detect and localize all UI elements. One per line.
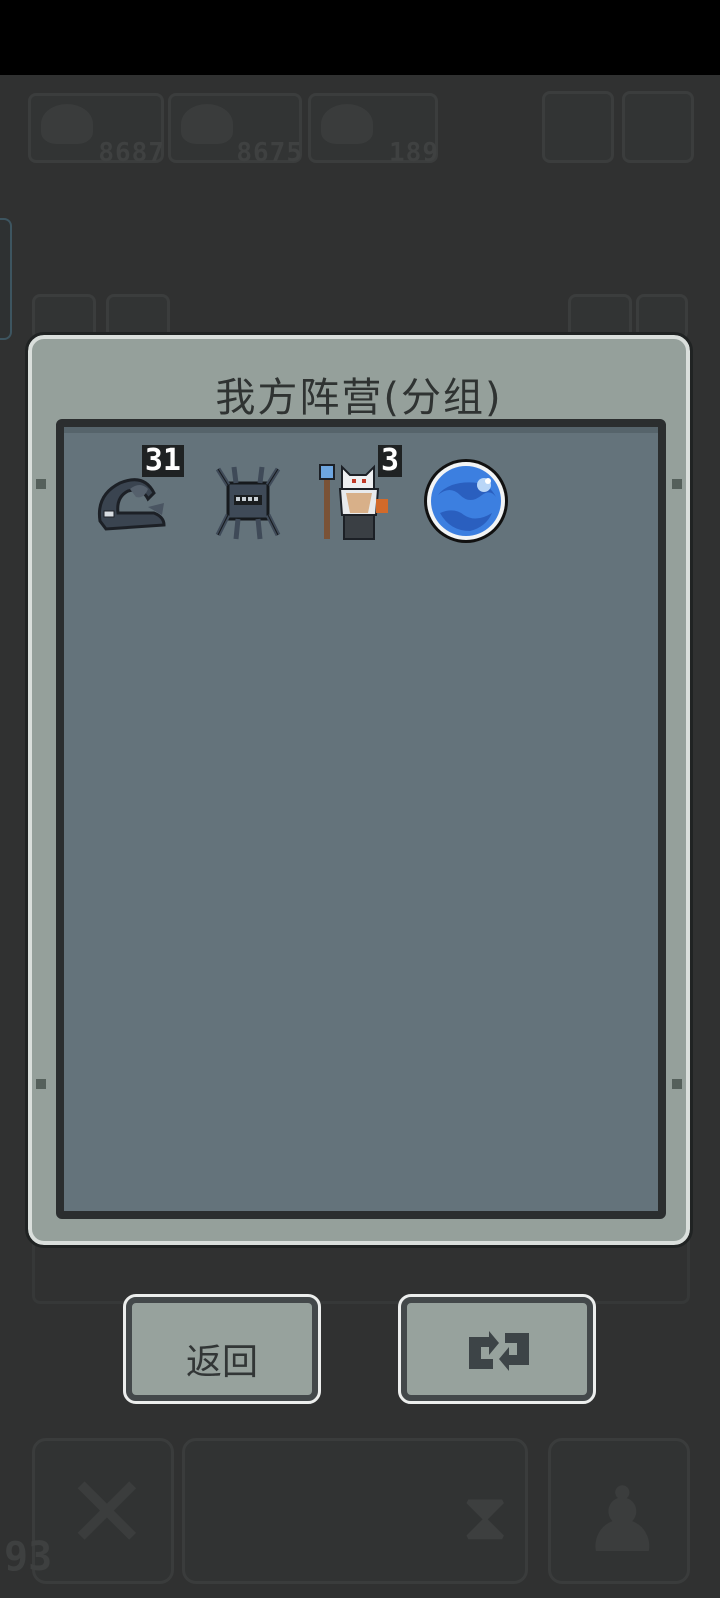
unit-slot-3[interactable]: 3 xyxy=(316,445,402,543)
menu-button[interactable] xyxy=(542,91,614,163)
rivet xyxy=(36,479,46,489)
unit-slot-4[interactable] xyxy=(420,455,512,547)
rivet xyxy=(672,1079,682,1089)
bg-button-left-1 xyxy=(32,294,96,340)
unit-slot-2[interactable] xyxy=(206,459,290,543)
settings-button[interactable] xyxy=(622,91,694,163)
resource-value: 8687 xyxy=(98,138,165,168)
dialog-title: 我方阵营(分组) xyxy=(215,375,503,421)
swap-arrows-icon xyxy=(469,1331,529,1371)
resource-value: 189 xyxy=(389,138,439,168)
rivet xyxy=(36,1079,46,1089)
cancel-slot: ✕ xyxy=(32,1438,174,1584)
bg-button-left-2 xyxy=(106,294,170,340)
swap-button[interactable] xyxy=(398,1294,596,1404)
resource-counter-3: 189 xyxy=(308,93,438,168)
unit-grid: 31 3 xyxy=(56,419,666,1219)
rivet xyxy=(672,479,682,489)
bg-button-right-2 xyxy=(636,294,688,340)
army-group-dialog: 我方阵营(分组) 31 3 xyxy=(25,332,693,1248)
back-button[interactable]: 返回 xyxy=(123,1294,321,1404)
side-drawer-tab[interactable] xyxy=(0,218,12,340)
resource-value: 8675 xyxy=(236,138,303,168)
pawn-icon: ♟ xyxy=(582,1468,663,1573)
status-bar xyxy=(0,0,720,75)
hourglass-icon: ⧗ xyxy=(462,1478,509,1555)
mech-spider-icon xyxy=(215,466,281,540)
resource-counter-2: 8675 xyxy=(168,93,302,168)
unit-count-badge: 31 xyxy=(141,445,184,477)
resource-icon xyxy=(181,104,233,144)
unit-slot-1[interactable]: 31 xyxy=(92,445,184,543)
blue-orb-icon xyxy=(424,459,508,543)
resource-icon xyxy=(321,104,373,144)
unit-count-badge: 3 xyxy=(377,445,402,477)
resource-icon xyxy=(41,104,93,144)
resource-counter-1: 8687 xyxy=(28,93,164,168)
inner-shade xyxy=(64,427,658,433)
turn-counter: 93 xyxy=(4,1534,53,1580)
back-button-label: 返回 xyxy=(185,1342,258,1383)
bg-button-right-1 xyxy=(568,294,632,340)
close-icon: ✕ xyxy=(65,1454,149,1571)
